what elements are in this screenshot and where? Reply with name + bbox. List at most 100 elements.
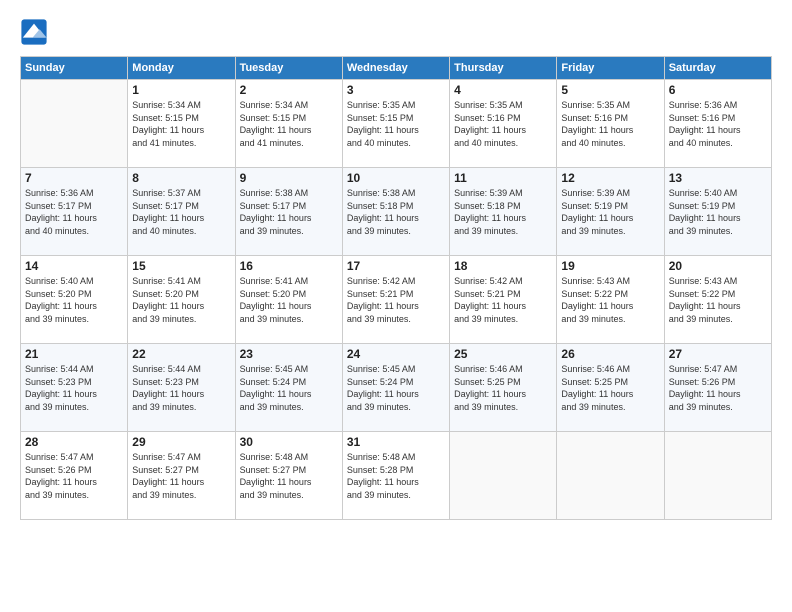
calendar-cell: 17 Sunrise: 5:42 AM Sunset: 5:21 PM Dayli…	[342, 256, 449, 344]
day-info: Sunrise: 5:41 AM Sunset: 5:20 PM Dayligh…	[132, 275, 230, 325]
calendar-week-row: 1 Sunrise: 5:34 AM Sunset: 5:15 PM Daylig…	[21, 80, 772, 168]
calendar-cell: 9Sunrise: 5:38 AM Sunset: 5:17 PM Daylig…	[235, 168, 342, 256]
day-info: Sunrise: 5:36 AM Sunset: 5:17 PM Dayligh…	[25, 187, 123, 237]
weekday-header: Tuesday	[235, 57, 342, 80]
day-info: Sunrise: 5:42 AM Sunset: 5:21 PM Dayligh…	[347, 275, 445, 325]
day-number: 25	[454, 347, 552, 361]
calendar-cell: 1 Sunrise: 5:34 AM Sunset: 5:15 PM Daylig…	[128, 80, 235, 168]
day-number: 17	[347, 259, 445, 273]
day-number: 27	[669, 347, 767, 361]
day-number: 18	[454, 259, 552, 273]
calendar-cell	[21, 80, 128, 168]
weekday-header: Sunday	[21, 57, 128, 80]
calendar-cell: 15 Sunrise: 5:41 AM Sunset: 5:20 PM Dayli…	[128, 256, 235, 344]
day-number: 30	[240, 435, 338, 449]
calendar-cell: 12Sunrise: 5:39 AM Sunset: 5:19 PM Dayli…	[557, 168, 664, 256]
day-number: 29	[132, 435, 230, 449]
day-info: Sunrise: 5:47 AM Sunset: 5:27 PM Dayligh…	[132, 451, 230, 501]
day-info: Sunrise: 5:35 AM Sunset: 5:16 PM Dayligh…	[561, 99, 659, 149]
day-number: 14	[25, 259, 123, 273]
day-number: 23	[240, 347, 338, 361]
day-number: 2	[240, 83, 338, 97]
calendar-cell: 27 Sunrise: 5:47 AM Sunset: 5:26 PM Dayli…	[664, 344, 771, 432]
calendar-cell: 13Sunrise: 5:40 AM Sunset: 5:19 PM Dayli…	[664, 168, 771, 256]
calendar-cell: 23 Sunrise: 5:45 AM Sunset: 5:24 PM Dayli…	[235, 344, 342, 432]
calendar-header-row: SundayMondayTuesdayWednesdayThursdayFrid…	[21, 57, 772, 80]
day-info: Sunrise: 5:39 AM Sunset: 5:19 PM Dayligh…	[561, 187, 659, 237]
calendar-cell: 5 Sunrise: 5:35 AM Sunset: 5:16 PM Daylig…	[557, 80, 664, 168]
day-info: Sunrise: 5:45 AM Sunset: 5:24 PM Dayligh…	[347, 363, 445, 413]
day-number: 19	[561, 259, 659, 273]
weekday-header: Wednesday	[342, 57, 449, 80]
calendar-cell	[664, 432, 771, 520]
day-info: Sunrise: 5:34 AM Sunset: 5:15 PM Dayligh…	[240, 99, 338, 149]
logo-icon	[20, 18, 48, 46]
weekday-header: Saturday	[664, 57, 771, 80]
calendar-cell: 14Sunrise: 5:40 AM Sunset: 5:20 PM Dayli…	[21, 256, 128, 344]
day-number: 31	[347, 435, 445, 449]
day-info: Sunrise: 5:37 AM Sunset: 5:17 PM Dayligh…	[132, 187, 230, 237]
calendar-cell: 2 Sunrise: 5:34 AM Sunset: 5:15 PM Daylig…	[235, 80, 342, 168]
calendar-cell: 24 Sunrise: 5:45 AM Sunset: 5:24 PM Dayli…	[342, 344, 449, 432]
calendar-cell: 30 Sunrise: 5:48 AM Sunset: 5:27 PM Dayli…	[235, 432, 342, 520]
day-number: 24	[347, 347, 445, 361]
day-info: Sunrise: 5:45 AM Sunset: 5:24 PM Dayligh…	[240, 363, 338, 413]
day-info: Sunrise: 5:35 AM Sunset: 5:15 PM Dayligh…	[347, 99, 445, 149]
calendar-cell: 7 Sunrise: 5:36 AM Sunset: 5:17 PM Daylig…	[21, 168, 128, 256]
day-info: Sunrise: 5:43 AM Sunset: 5:22 PM Dayligh…	[561, 275, 659, 325]
weekday-header: Thursday	[450, 57, 557, 80]
day-info: Sunrise: 5:38 AM Sunset: 5:18 PM Dayligh…	[347, 187, 445, 237]
calendar-week-row: 21 Sunrise: 5:44 AM Sunset: 5:23 PM Dayli…	[21, 344, 772, 432]
day-number: 1	[132, 83, 230, 97]
day-number: 7	[25, 171, 123, 185]
day-info: Sunrise: 5:39 AM Sunset: 5:18 PM Dayligh…	[454, 187, 552, 237]
calendar-cell: 29 Sunrise: 5:47 AM Sunset: 5:27 PM Dayli…	[128, 432, 235, 520]
calendar-cell: 10 Sunrise: 5:38 AM Sunset: 5:18 PM Dayli…	[342, 168, 449, 256]
calendar-week-row: 7 Sunrise: 5:36 AM Sunset: 5:17 PM Daylig…	[21, 168, 772, 256]
day-number: 16	[240, 259, 338, 273]
day-number: 15	[132, 259, 230, 273]
day-info: Sunrise: 5:48 AM Sunset: 5:28 PM Dayligh…	[347, 451, 445, 501]
day-info: Sunrise: 5:47 AM Sunset: 5:26 PM Dayligh…	[25, 451, 123, 501]
calendar-cell: 19 Sunrise: 5:43 AM Sunset: 5:22 PM Dayli…	[557, 256, 664, 344]
day-number: 5	[561, 83, 659, 97]
day-info: Sunrise: 5:46 AM Sunset: 5:25 PM Dayligh…	[454, 363, 552, 413]
day-number: 10	[347, 171, 445, 185]
calendar-cell: 3Sunrise: 5:35 AM Sunset: 5:15 PM Daylig…	[342, 80, 449, 168]
calendar-cell: 18 Sunrise: 5:42 AM Sunset: 5:21 PM Dayli…	[450, 256, 557, 344]
day-number: 21	[25, 347, 123, 361]
day-info: Sunrise: 5:35 AM Sunset: 5:16 PM Dayligh…	[454, 99, 552, 149]
day-number: 20	[669, 259, 767, 273]
day-number: 13	[669, 171, 767, 185]
calendar-cell: 26Sunrise: 5:46 AM Sunset: 5:25 PM Dayli…	[557, 344, 664, 432]
calendar-cell: 20 Sunrise: 5:43 AM Sunset: 5:22 PM Dayli…	[664, 256, 771, 344]
header	[20, 18, 772, 46]
day-number: 6	[669, 83, 767, 97]
day-number: 28	[25, 435, 123, 449]
day-info: Sunrise: 5:36 AM Sunset: 5:16 PM Dayligh…	[669, 99, 767, 149]
calendar-cell	[450, 432, 557, 520]
page: SundayMondayTuesdayWednesdayThursdayFrid…	[0, 0, 792, 612]
calendar-cell: 28 Sunrise: 5:47 AM Sunset: 5:26 PM Dayli…	[21, 432, 128, 520]
calendar-cell: 22Sunrise: 5:44 AM Sunset: 5:23 PM Dayli…	[128, 344, 235, 432]
calendar-cell: 16 Sunrise: 5:41 AM Sunset: 5:20 PM Dayli…	[235, 256, 342, 344]
day-info: Sunrise: 5:47 AM Sunset: 5:26 PM Dayligh…	[669, 363, 767, 413]
calendar-cell	[557, 432, 664, 520]
day-info: Sunrise: 5:46 AM Sunset: 5:25 PM Dayligh…	[561, 363, 659, 413]
logo	[20, 18, 51, 46]
day-info: Sunrise: 5:34 AM Sunset: 5:15 PM Dayligh…	[132, 99, 230, 149]
day-info: Sunrise: 5:48 AM Sunset: 5:27 PM Dayligh…	[240, 451, 338, 501]
calendar: SundayMondayTuesdayWednesdayThursdayFrid…	[20, 56, 772, 520]
day-info: Sunrise: 5:44 AM Sunset: 5:23 PM Dayligh…	[132, 363, 230, 413]
calendar-week-row: 28 Sunrise: 5:47 AM Sunset: 5:26 PM Dayli…	[21, 432, 772, 520]
calendar-cell: 8Sunrise: 5:37 AM Sunset: 5:17 PM Daylig…	[128, 168, 235, 256]
day-info: Sunrise: 5:43 AM Sunset: 5:22 PM Dayligh…	[669, 275, 767, 325]
calendar-cell: 4Sunrise: 5:35 AM Sunset: 5:16 PM Daylig…	[450, 80, 557, 168]
weekday-header: Monday	[128, 57, 235, 80]
calendar-cell: 11Sunrise: 5:39 AM Sunset: 5:18 PM Dayli…	[450, 168, 557, 256]
weekday-header: Friday	[557, 57, 664, 80]
day-info: Sunrise: 5:41 AM Sunset: 5:20 PM Dayligh…	[240, 275, 338, 325]
day-info: Sunrise: 5:38 AM Sunset: 5:17 PM Dayligh…	[240, 187, 338, 237]
day-info: Sunrise: 5:42 AM Sunset: 5:21 PM Dayligh…	[454, 275, 552, 325]
calendar-cell: 6 Sunrise: 5:36 AM Sunset: 5:16 PM Daylig…	[664, 80, 771, 168]
